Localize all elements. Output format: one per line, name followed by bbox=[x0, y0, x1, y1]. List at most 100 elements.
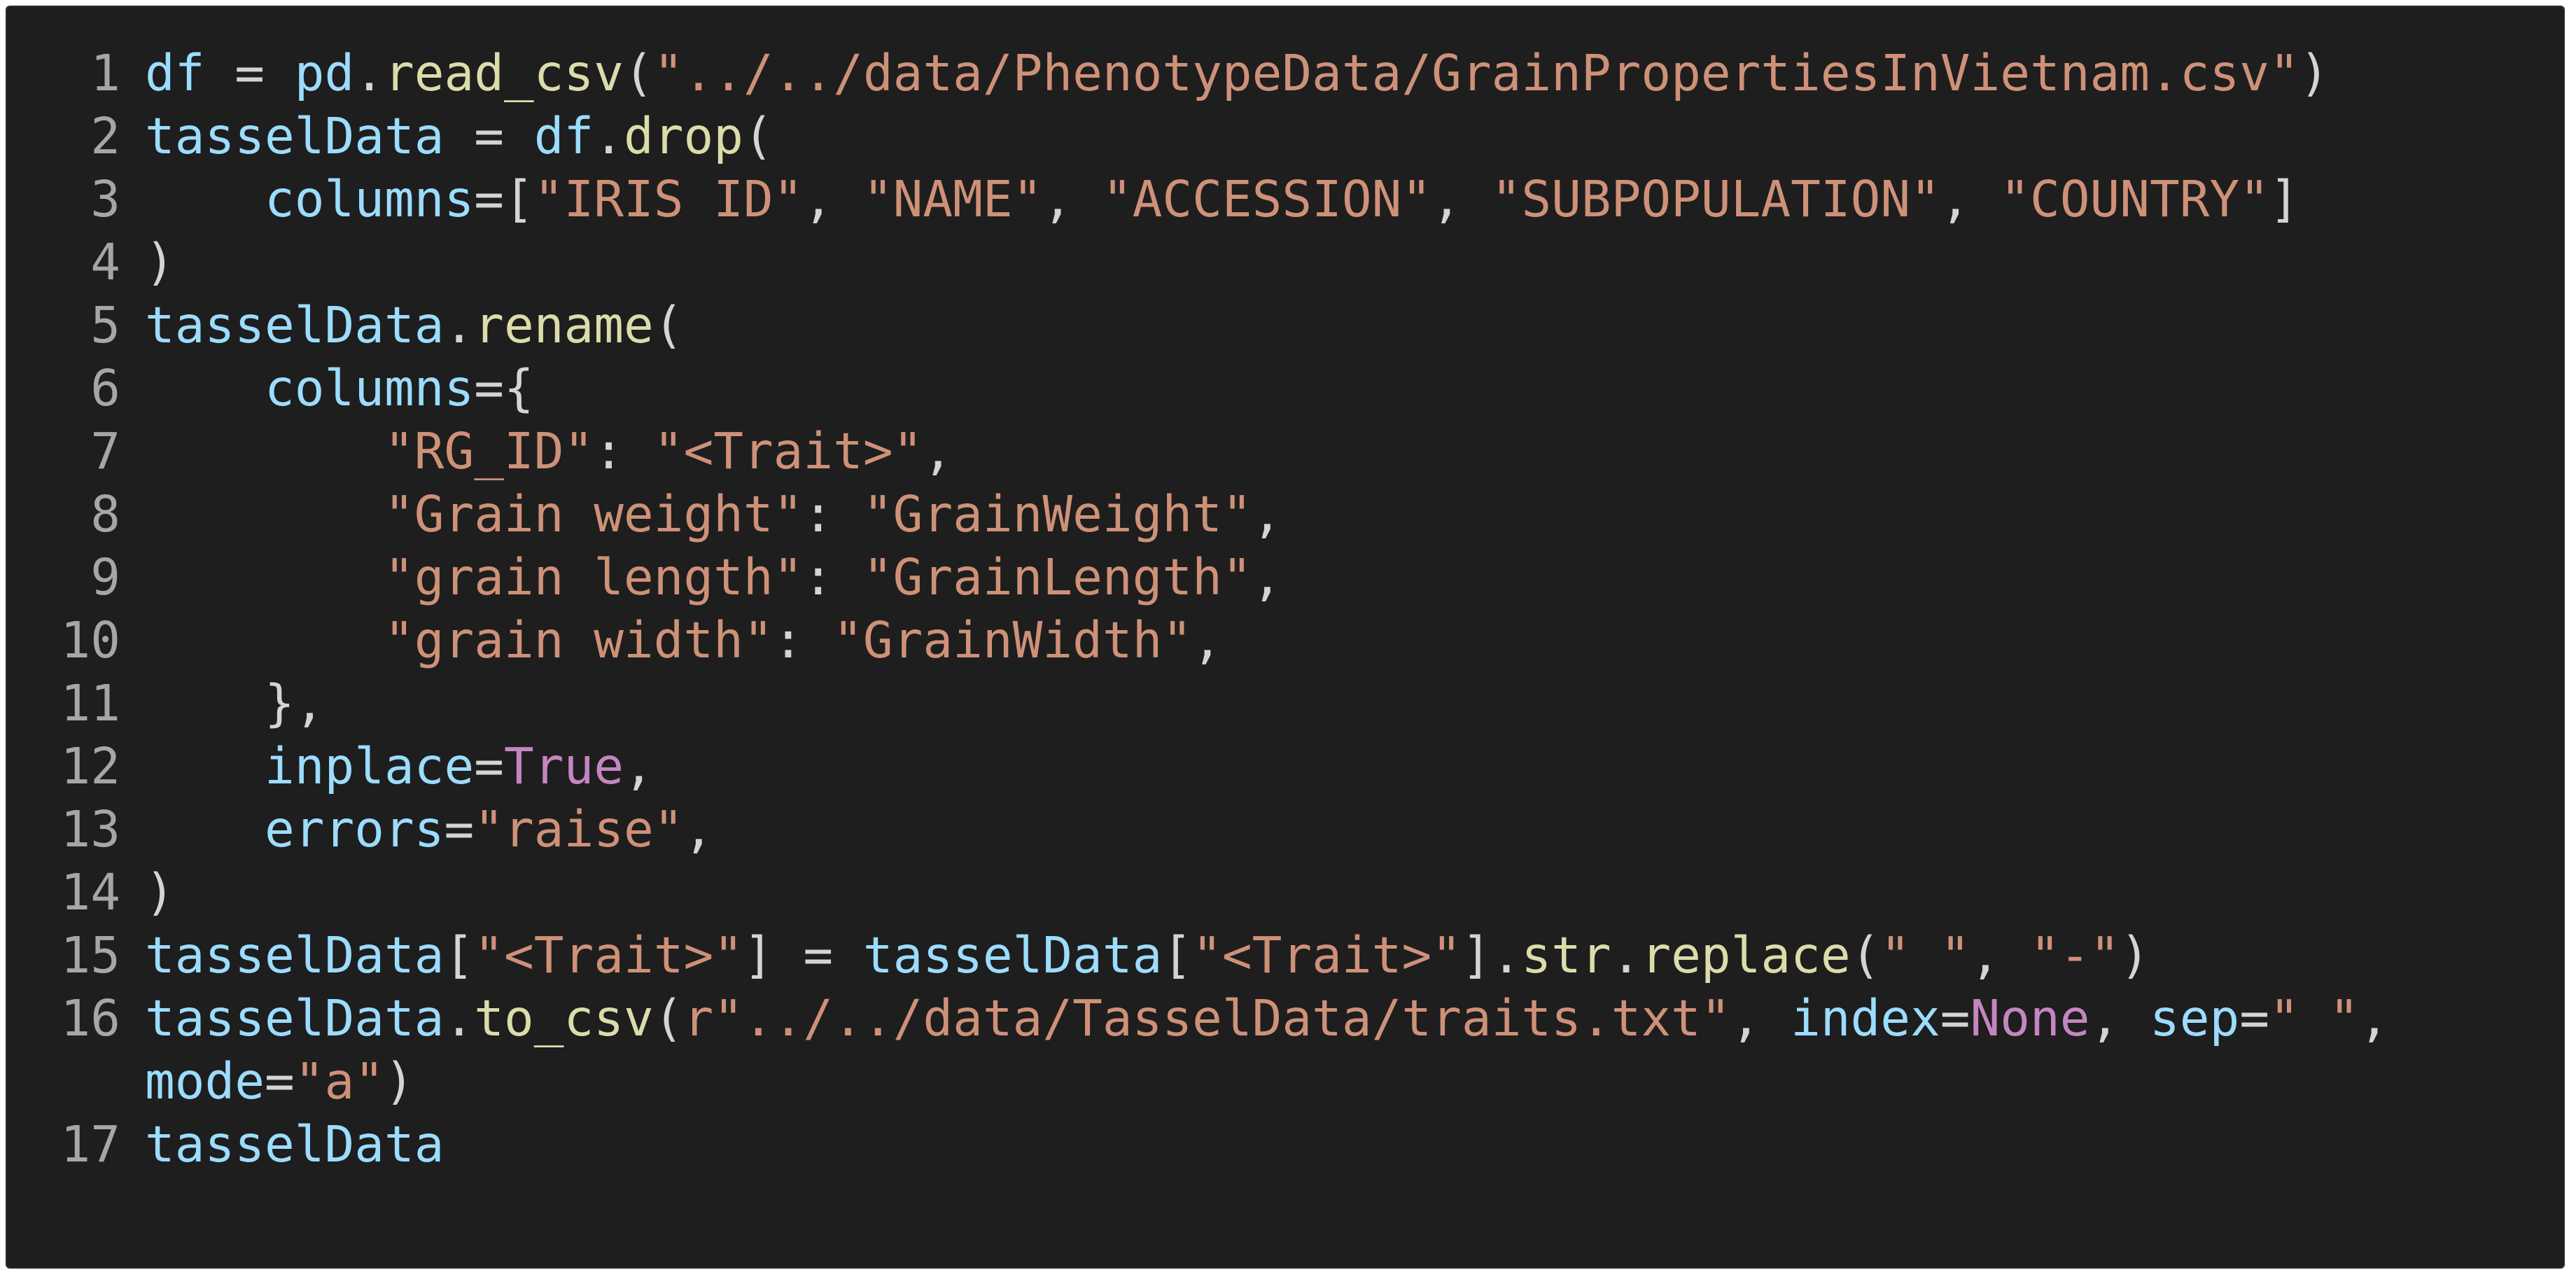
line-content: errors="raise", bbox=[120, 798, 2525, 861]
line-number: 11 bbox=[60, 674, 121, 732]
code-token: columns bbox=[264, 170, 475, 228]
code-token: ( bbox=[743, 107, 774, 165]
line-content: "grain length": "GrainLength", bbox=[120, 546, 2525, 609]
code-token: tasselData bbox=[145, 989, 444, 1047]
code-token: . bbox=[1611, 926, 1642, 984]
code-token: tasselData bbox=[145, 926, 444, 984]
code-token: "grain length" bbox=[384, 548, 804, 606]
code-token: True bbox=[503, 737, 624, 795]
code-token: = bbox=[474, 737, 504, 795]
line-content: columns={ bbox=[120, 357, 2525, 420]
code-line: 2 tasselData = df.drop( bbox=[7, 105, 2563, 168]
code-line: 12 inplace=True, bbox=[7, 735, 2563, 798]
code-token: "RG_ID" bbox=[384, 422, 594, 480]
code-line: 4) bbox=[7, 231, 2563, 294]
line-number: 4 bbox=[90, 233, 120, 291]
line-number: 15 bbox=[60, 926, 121, 984]
line-number: 7 bbox=[90, 422, 120, 480]
line-content: "RG_ID": "<Trait>", bbox=[120, 420, 2525, 483]
code-line: 6 columns={ bbox=[7, 357, 2563, 420]
code-token: df bbox=[533, 107, 594, 165]
code-token: tasselData bbox=[145, 296, 444, 354]
code-line: 5 tasselData.rename( bbox=[7, 294, 2563, 357]
line-number: 3 bbox=[90, 170, 120, 228]
code-line: 14) bbox=[7, 861, 2563, 924]
code-token: , bbox=[1940, 170, 2001, 228]
code-token: , bbox=[623, 737, 654, 795]
code-token: ={ bbox=[474, 359, 534, 417]
code-token: "-" bbox=[2030, 926, 2120, 984]
code-token: mode bbox=[145, 1052, 265, 1110]
code-line: 11 }, bbox=[7, 672, 2563, 735]
code-token: . bbox=[594, 107, 624, 165]
line-number: 14 bbox=[60, 863, 121, 921]
line-content: tasselData bbox=[120, 1113, 2525, 1176]
code-token: = bbox=[204, 44, 295, 102]
line-content: columns=["IRIS ID", "NAME", "ACCESSION",… bbox=[120, 168, 2525, 231]
line-number: 8 bbox=[90, 485, 120, 543]
code-line: 10 "grain width": "GrainWidth", bbox=[7, 609, 2563, 672]
code-token: df bbox=[145, 44, 205, 102]
line-content: df = pd.read_csv("../../data/PhenotypeDa… bbox=[120, 42, 2525, 105]
line-content: tasselData.rename( bbox=[120, 294, 2525, 357]
code-line: 17 tasselData bbox=[7, 1113, 2563, 1176]
code-token: "GrainWeight" bbox=[862, 485, 1252, 543]
line-number: 5 bbox=[90, 296, 120, 354]
code-token: errors bbox=[264, 800, 444, 858]
code-token: "SUBPOPULATION" bbox=[1491, 170, 1940, 228]
code-token: ) bbox=[2120, 926, 2150, 984]
code-token: "ACCESSION" bbox=[1102, 170, 1432, 228]
code-token: ) bbox=[145, 233, 175, 291]
code-token: inplace bbox=[264, 737, 475, 795]
code-token: = bbox=[264, 1052, 295, 1110]
code-line: 8 "Grain weight": "GrainWeight", bbox=[7, 483, 2563, 546]
code-token: ( bbox=[653, 989, 684, 1047]
code-token: . bbox=[444, 296, 475, 354]
code-token: = bbox=[444, 107, 534, 165]
code-token: rename bbox=[474, 296, 654, 354]
code-token: : bbox=[803, 485, 863, 543]
code-token: tasselData bbox=[145, 107, 444, 165]
line-content: "Grain weight": "GrainWeight", bbox=[120, 483, 2525, 546]
code-token: [ bbox=[444, 926, 475, 984]
code-token: None bbox=[1970, 989, 2090, 1047]
line-number: 13 bbox=[60, 800, 121, 858]
code-token: , bbox=[1042, 170, 1102, 228]
code-token: }, bbox=[145, 674, 325, 732]
code-token: tasselData bbox=[862, 926, 1163, 984]
code-token: columns bbox=[264, 359, 475, 417]
code-token: ( bbox=[623, 44, 654, 102]
code-token: sep bbox=[2150, 989, 2240, 1047]
line-content: tasselData.to_csv(r"../../data/TasselDat… bbox=[120, 987, 2525, 1113]
code-token: : bbox=[594, 422, 654, 480]
line-content: "grain width": "GrainWidth", bbox=[120, 609, 2525, 672]
line-number: 9 bbox=[90, 548, 120, 606]
code-token: tasselData bbox=[145, 1115, 444, 1173]
line-number: 17 bbox=[60, 1115, 121, 1173]
code-token: str bbox=[1521, 926, 1611, 984]
code-line: 15 tasselData["<Trait>"] = tasselData["<T… bbox=[7, 924, 2563, 987]
code-token: read_csv bbox=[384, 44, 624, 102]
code-editor-panel: 1 df = pd.read_csv("../../data/PhenotypeD… bbox=[6, 6, 2565, 1269]
line-number: 10 bbox=[60, 611, 121, 669]
code-token: index bbox=[1791, 989, 1940, 1047]
code-line: 3 columns=["IRIS ID", "NAME", "ACCESSION… bbox=[7, 168, 2563, 231]
code-token: ) bbox=[145, 863, 175, 921]
code-token: : bbox=[773, 611, 834, 669]
code-line: 7 "RG_ID": "<Trait>", bbox=[7, 420, 2563, 483]
code-token: =[ bbox=[474, 170, 534, 228]
code-line: 16 tasselData.to_csv(r"../../data/TasselD… bbox=[7, 987, 2563, 1113]
code-token: "grain width" bbox=[384, 611, 774, 669]
code-token: = bbox=[444, 800, 475, 858]
code-token: ] bbox=[2269, 170, 2300, 228]
code-token: replace bbox=[1641, 926, 1851, 984]
code-token: "NAME" bbox=[862, 170, 1043, 228]
code-body: 1 df = pd.read_csv("../../data/PhenotypeD… bbox=[7, 42, 2563, 1176]
code-token: "raise" bbox=[474, 800, 684, 858]
code-token: "<Trait>" bbox=[653, 422, 923, 480]
